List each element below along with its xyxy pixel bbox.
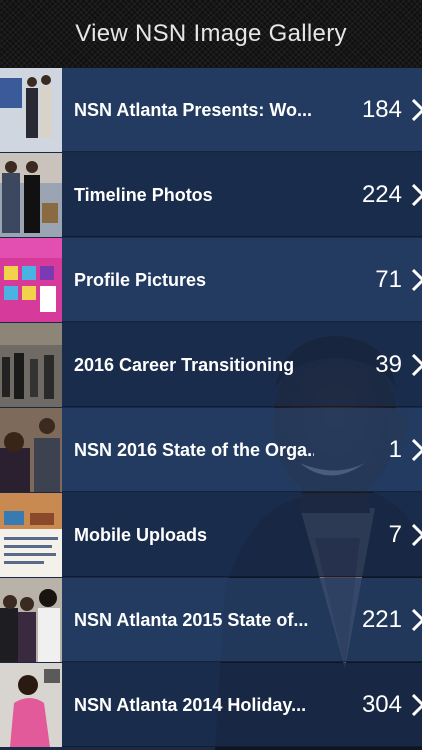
chevron-right-icon — [412, 694, 422, 716]
album-thumbnail — [0, 323, 62, 407]
album-title: Profile Pictures — [74, 270, 207, 290]
album-title: Mobile Uploads — [74, 525, 208, 545]
album-row[interactable]: NSN Atlanta 2014 Holiday... 304 — [0, 663, 422, 747]
album-title: Timeline Photos — [74, 185, 213, 205]
album-photo-count: 7 — [388, 521, 402, 548]
album-photo-count: 224 — [361, 181, 402, 208]
album-thumbnail — [0, 493, 62, 577]
album-photo-count: 184 — [361, 96, 402, 123]
album-title: NSN Atlanta 2015 State of... — [74, 610, 309, 630]
album-title: 2016 Career Transitioning — [74, 355, 295, 375]
album-thumbnail — [0, 153, 62, 237]
chevron-right-icon — [412, 609, 422, 631]
chevron-right-icon — [412, 269, 422, 291]
album-row[interactable]: NSN Atlanta 2015 State of... 221 — [0, 578, 422, 662]
album-thumbnail — [0, 68, 62, 152]
app-header: View NSN Image Gallery — [0, 0, 422, 68]
chevron-right-icon — [412, 524, 422, 546]
album-row[interactable]: Timeline Photos 224 — [0, 153, 422, 237]
album-thumbnail — [0, 578, 62, 662]
chevron-right-icon — [412, 354, 422, 376]
album-row[interactable]: NSN 2016 State of the Orga... 1 — [0, 408, 422, 492]
album-list: NSN Atlanta Presents: Wo... 184 Timeline… — [0, 68, 422, 750]
album-row[interactable]: Mobile Uploads 7 — [0, 493, 422, 577]
album-photo-count: 221 — [361, 606, 402, 633]
album-row[interactable]: 2016 Career Transitioning 39 — [0, 323, 422, 407]
page-title: View NSN Image Gallery — [75, 20, 347, 47]
album-row[interactable]: NSN Atlanta Presents: Wo... 184 — [0, 68, 422, 152]
album-photo-count: 71 — [375, 266, 402, 293]
album-photo-count: 1 — [388, 436, 402, 463]
album-row[interactable]: Profile Pictures 71 — [0, 238, 422, 322]
album-photo-count: 304 — [361, 691, 402, 718]
chevron-right-icon — [412, 439, 422, 461]
album-title: NSN 2016 State of the Orga... — [74, 440, 314, 460]
chevron-right-icon — [412, 99, 422, 121]
album-title: NSN Atlanta Presents: Wo... — [74, 100, 313, 120]
album-title: NSN Atlanta 2014 Holiday... — [74, 695, 307, 715]
album-thumbnail — [0, 663, 62, 747]
chevron-right-icon — [412, 184, 422, 206]
album-photo-count: 39 — [375, 351, 402, 378]
album-thumbnail — [0, 408, 62, 492]
album-thumbnail — [0, 238, 62, 322]
